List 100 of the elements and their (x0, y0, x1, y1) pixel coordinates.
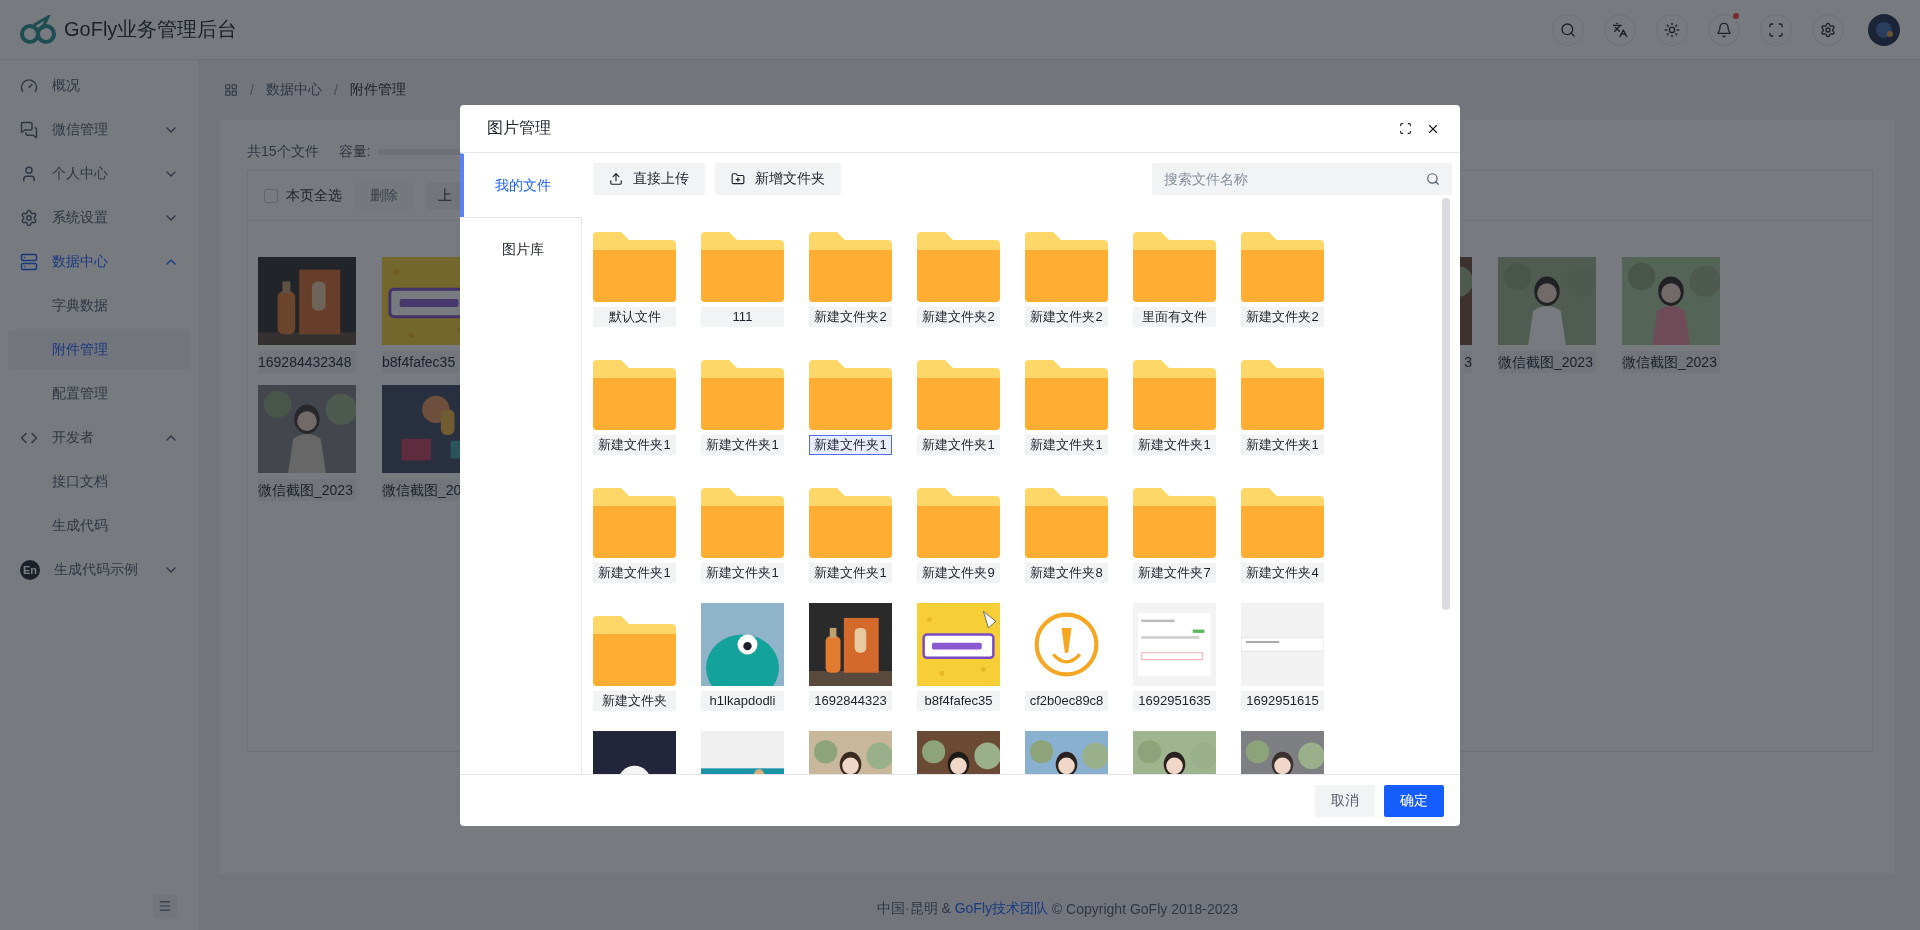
list-icon (20, 253, 38, 271)
folder-icon (1025, 488, 1108, 558)
file-name[interactable]: 新建文件夹1 (1025, 435, 1108, 455)
file-name[interactable]: 里面有文件 (1133, 307, 1216, 327)
copyright-text: 中国·昆明 & (876, 900, 952, 918)
file-name[interactable]: h1lkapdodli (701, 691, 784, 711)
confirm-button[interactable]: 确定 (1384, 784, 1444, 817)
avatar[interactable] (1868, 13, 1900, 46)
search-field[interactable]: 搜索文件名称 (1152, 163, 1452, 195)
file-name[interactable]: 默认文件 (593, 307, 676, 327)
file-name[interactable]: 1692951635 (1133, 691, 1216, 711)
menu-icon (158, 899, 172, 913)
fullscreen-icon (1768, 21, 1784, 38)
settings-icon (1820, 21, 1836, 38)
folder-icon (1133, 488, 1216, 558)
breadcrumb-separator: / (333, 82, 338, 98)
file-name[interactable]: 新建文件夹1 (917, 435, 1000, 455)
search-icon[interactable] (1426, 172, 1440, 186)
folder-icon (1241, 360, 1324, 430)
folder-icon (1133, 360, 1216, 430)
capacity-label: 容量: (338, 143, 371, 161)
dialog-tab[interactable]: 图片库 (460, 217, 582, 281)
bell-icon (1716, 21, 1732, 38)
fullscreen-button[interactable] (1399, 122, 1412, 135)
folder-icon (593, 488, 676, 558)
folder-icon (917, 360, 1000, 430)
file-name[interactable]: 新建文件夹1 (1133, 435, 1216, 455)
translate-icon (1612, 21, 1628, 38)
file-name: 169284432348 (258, 351, 356, 373)
select-all-label: 本页全选 (286, 186, 342, 205)
gauge-icon (20, 77, 38, 95)
file-name[interactable]: 新建文件夹7 (1133, 563, 1216, 583)
folder-icon (593, 232, 676, 302)
folder-icon (809, 232, 892, 302)
dialog-title: 图片管理 (487, 118, 551, 138)
search-icon (1560, 21, 1576, 38)
scrollbar[interactable] (1442, 198, 1450, 610)
folder-icon (1025, 232, 1108, 302)
file-name[interactable]: 新建文件夹2 (1025, 307, 1108, 327)
file-name[interactable]: 新建文件夹1 (593, 563, 676, 583)
app-title: GoFly业务管理后台 (64, 17, 238, 42)
file-name: 微信截图_2023 (258, 479, 356, 501)
breadcrumb-separator: / (250, 82, 254, 98)
folder-icon (917, 488, 1000, 558)
folder-icon (809, 360, 892, 430)
file-name: 3 (1464, 351, 1472, 373)
notification-button[interactable] (1708, 13, 1740, 46)
file-name: 微信截图_2023 (1622, 351, 1720, 373)
breadcrumb-item[interactable]: 附件管理 (349, 81, 406, 99)
folder-icon (593, 616, 676, 686)
file-name: 微信截图_2023 (1498, 351, 1596, 373)
theme-button[interactable] (1656, 13, 1688, 46)
upload-button[interactable]: 直接上传 (593, 163, 705, 195)
folder-icon (701, 232, 784, 302)
collapse-button[interactable] (153, 894, 177, 918)
logo-icon (20, 14, 56, 45)
file-name[interactable]: 新建文件夹1 (701, 563, 784, 583)
file-name[interactable]: 新建文件夹2 (809, 307, 892, 327)
settings-button[interactable] (1812, 13, 1844, 46)
user-icon (20, 165, 38, 183)
file-name[interactable]: 新建文件夹1 (593, 435, 676, 455)
file-name[interactable]: 1692844323 (809, 691, 892, 711)
cancel-button[interactable]: 取消 (1315, 784, 1375, 817)
home-icon[interactable] (224, 83, 238, 97)
file-name[interactable]: 111 (701, 307, 784, 327)
file-name[interactable]: 新建文件夹2 (1241, 307, 1324, 327)
folder-icon (593, 360, 676, 430)
folder-icon (1241, 488, 1324, 558)
file-name[interactable]: 新建文件夹2 (917, 307, 1000, 327)
language-icon: En (20, 560, 40, 580)
file-name[interactable]: 新建文件夹1 (1241, 435, 1324, 455)
file-name[interactable]: 新建文件夹 (593, 691, 676, 711)
chat-icon (20, 121, 38, 139)
folder-plus-icon (731, 172, 745, 186)
folder-icon (809, 488, 892, 558)
translate-button[interactable] (1604, 13, 1636, 46)
copyright-text: © Copyright GoFly 2018-2023 (1050, 901, 1239, 917)
file-name[interactable]: 新建文件夹1 (809, 435, 892, 455)
folder-icon (917, 232, 1000, 302)
file-name[interactable]: 新建文件夹9 (917, 563, 1000, 583)
upload-icon (609, 172, 623, 186)
search-button[interactable] (1552, 13, 1584, 46)
file-name[interactable]: 新建文件夹8 (1025, 563, 1108, 583)
file-name[interactable]: 新建文件夹1 (701, 435, 784, 455)
folder-icon (701, 360, 784, 430)
folder-icon (1133, 232, 1216, 302)
sun-icon (1664, 21, 1680, 38)
new-folder-button[interactable]: 新增文件夹 (715, 163, 841, 195)
file-count: 共15个文件 (247, 143, 319, 161)
file-name[interactable]: cf2b0ec89c8 (1025, 691, 1108, 711)
folder-icon (1025, 360, 1108, 430)
file-name[interactable]: 新建文件夹1 (809, 563, 892, 583)
folder-icon (701, 488, 784, 558)
file-name[interactable]: 1692951615 (1241, 691, 1324, 711)
sidebar-item[interactable]: En 生成代码示例 (8, 550, 191, 590)
gear-icon (20, 209, 38, 227)
fullscreen-icon (1399, 122, 1412, 135)
folder-icon (1241, 232, 1324, 302)
file-name[interactable]: b8f4fafec35 (917, 691, 1000, 711)
file-name[interactable]: 新建文件夹4 (1241, 563, 1324, 583)
